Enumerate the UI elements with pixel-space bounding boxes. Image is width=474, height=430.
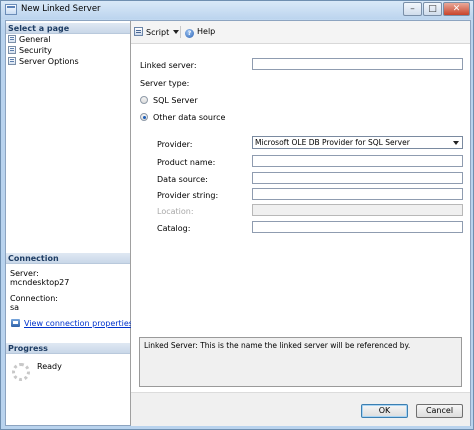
connection-header: Connection (6, 253, 130, 264)
page-general-label: General (19, 35, 51, 44)
page-icon (8, 46, 16, 54)
data-source-input[interactable] (252, 172, 463, 184)
product-name-label: Product name: (157, 158, 216, 167)
cancel-button[interactable]: Cancel (416, 404, 463, 418)
ok-button[interactable]: OK (361, 404, 408, 418)
page-icon (8, 57, 16, 65)
sql-server-radio[interactable] (140, 96, 148, 104)
progress-header: Progress (6, 343, 130, 354)
provider-select-value: Microsoft OLE DB Provider for SQL Server (255, 138, 410, 147)
product-name-input[interactable] (252, 155, 463, 167)
minimize-button[interactable]: – (403, 2, 422, 16)
title-bar[interactable]: New Linked Server – □ ✕ (1, 1, 473, 19)
dialog-client: Select a page General Security Server Op… (5, 20, 471, 426)
maximize-button[interactable]: □ (423, 2, 442, 16)
select-page-header: Select a page (6, 23, 130, 34)
page-security-label: Security (19, 46, 52, 55)
other-data-source-radio[interactable] (140, 113, 148, 121)
location-label: Location: (157, 207, 194, 216)
catalog-input[interactable] (252, 221, 463, 233)
window-icon (5, 4, 17, 15)
connection-value: sa (10, 303, 20, 312)
provider-label: Provider: (157, 140, 193, 149)
chevron-down-icon (453, 141, 459, 145)
page-general[interactable]: General (8, 35, 51, 45)
spinner-icon (12, 363, 30, 381)
page-security[interactable]: Security (8, 46, 52, 56)
data-source-label: Data source: (157, 175, 208, 184)
toolbar: Script ? Help (131, 21, 470, 44)
page-server-options[interactable]: Server Options (8, 57, 79, 67)
linked-server-label: Linked server: (140, 61, 197, 70)
window-title: New Linked Server (21, 4, 101, 14)
catalog-label: Catalog: (157, 224, 191, 233)
progress-status: Ready (37, 362, 62, 371)
script-button[interactable]: Script (134, 27, 180, 37)
server-value: mcndesktop27 (10, 278, 70, 287)
toolbar-separator (180, 26, 181, 38)
location-input (252, 204, 463, 216)
script-label: Script (146, 28, 170, 37)
other-data-source-radio-label[interactable]: Other data source (153, 113, 225, 122)
close-button[interactable]: ✕ (443, 2, 470, 16)
server-type-label: Server type: (140, 79, 190, 88)
dialog-window: New Linked Server – □ ✕ Select a page Ge… (0, 0, 474, 430)
view-connection-properties-label: View connection properties (24, 319, 133, 328)
server-label: Server: (10, 269, 39, 278)
provider-select[interactable]: Microsoft OLE DB Provider for SQL Server (252, 136, 463, 149)
description-panel: Linked Server: This is the name the link… (139, 337, 462, 387)
left-panel: Select a page General Security Server Op… (6, 21, 133, 425)
dialog-footer: OK Cancel (131, 392, 470, 426)
linked-server-input[interactable] (252, 58, 463, 70)
script-icon (134, 27, 143, 36)
sql-server-radio-label[interactable]: SQL Server (153, 96, 198, 105)
provider-string-label: Provider string: (157, 191, 219, 200)
chevron-down-icon[interactable] (173, 30, 180, 34)
help-icon: ? (185, 29, 194, 38)
help-label: Help (197, 27, 216, 36)
connection-properties-icon (11, 319, 20, 327)
provider-string-input[interactable] (252, 188, 463, 200)
connection-label: Connection: (10, 294, 58, 303)
page-icon (8, 35, 16, 43)
view-connection-properties-link[interactable]: View connection properties (11, 319, 133, 328)
help-button[interactable]: ? Help (185, 27, 215, 38)
right-panel: Script ? Help Linked server: Server type:… (131, 21, 470, 426)
page-server-options-label: Server Options (19, 57, 79, 66)
